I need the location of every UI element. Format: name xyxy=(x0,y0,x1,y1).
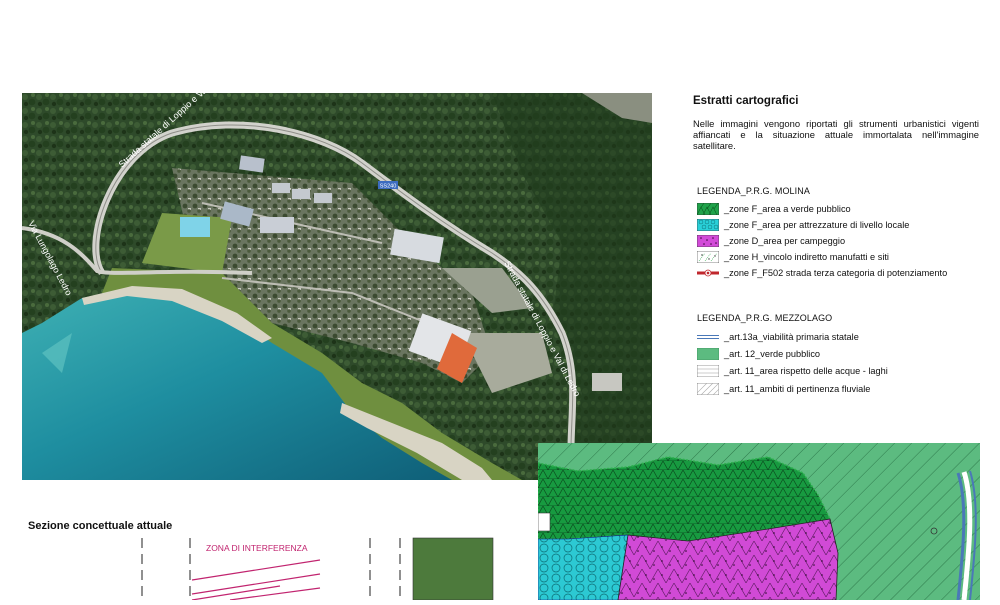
legend-item: _zone F_area per attrezzature di livello… xyxy=(697,218,909,232)
legend-item: _art. 12_verde pubblico xyxy=(697,347,820,361)
section-title: Sezione concettuale attuale xyxy=(28,520,173,532)
prg-map-excerpt xyxy=(538,443,980,600)
satellite-image: SS240 Strada statale di Loppio e Val di … xyxy=(22,93,652,480)
concept-section-drawing: ZONA DI INTERFERENZA xyxy=(130,536,510,601)
legend-item-label: _zone F_F502 strada terza categoria di p… xyxy=(724,268,948,278)
legend-item: _art. 11_area rispetto delle acque - lag… xyxy=(697,364,888,378)
blue-line-swatch xyxy=(697,335,719,339)
legend-mezzolago-title: LEGENDA_P.R.G. MEZZOLAGO xyxy=(697,313,833,323)
section-heading: Estratti cartografici xyxy=(693,95,799,107)
legend-item: _zone D_area per campeggio xyxy=(697,234,845,248)
legend-molina-title: LEGENDA_P.R.G. MOLINA xyxy=(697,186,810,196)
gray-lines-swatch xyxy=(697,365,719,377)
green-triangle-hatch-swatch xyxy=(697,203,719,215)
interference-zone-label: ZONA DI INTERFERENZA xyxy=(206,543,308,553)
legend-item-label: _art.13a_viabilità primaria statale xyxy=(724,332,859,342)
legend-item-label: _zone D_area per campeggio xyxy=(724,236,846,246)
legend-item: _art.13a_viabilità primaria statale xyxy=(697,330,859,344)
road-badge: SS240 xyxy=(380,184,397,190)
legend-item-label: _zone F_area a verde pubblico xyxy=(724,204,851,214)
legend-item: _art. 11_ambiti di pertinenza fluviale xyxy=(697,382,870,396)
legend-item-label: _art. 11_ambiti di pertinenza fluviale xyxy=(724,384,871,394)
legend-item: _zone H_vincolo indiretto manufatti e si… xyxy=(697,250,889,264)
red-road-line-swatch xyxy=(697,269,719,277)
legend-item-label: _art. 11_area rispetto delle acque - lag… xyxy=(724,366,888,376)
green-fill-swatch xyxy=(697,348,719,360)
legend-item-label: _art. 12_verde pubblico xyxy=(724,349,821,359)
magenta-dotted-swatch xyxy=(697,235,719,247)
legend-item: _zone F_F502 strada terza categoria di p… xyxy=(697,266,947,280)
cyan-hex-swatch xyxy=(697,219,719,231)
diagonal-hatch-swatch xyxy=(697,383,719,395)
legend-item: _zone F_area a verde pubblico xyxy=(697,202,851,216)
legend-item-label: _zone H_vincolo indiretto manufatti e si… xyxy=(724,252,889,262)
description-panel: Estratti cartografici Nelle immagini ven… xyxy=(693,95,979,152)
legend-item-label: _zone F_area per attrezzature di livello… xyxy=(724,220,910,230)
description-text: Nelle immagini vengono riportati gli str… xyxy=(693,118,979,152)
white-dotted-swatch xyxy=(697,251,719,263)
